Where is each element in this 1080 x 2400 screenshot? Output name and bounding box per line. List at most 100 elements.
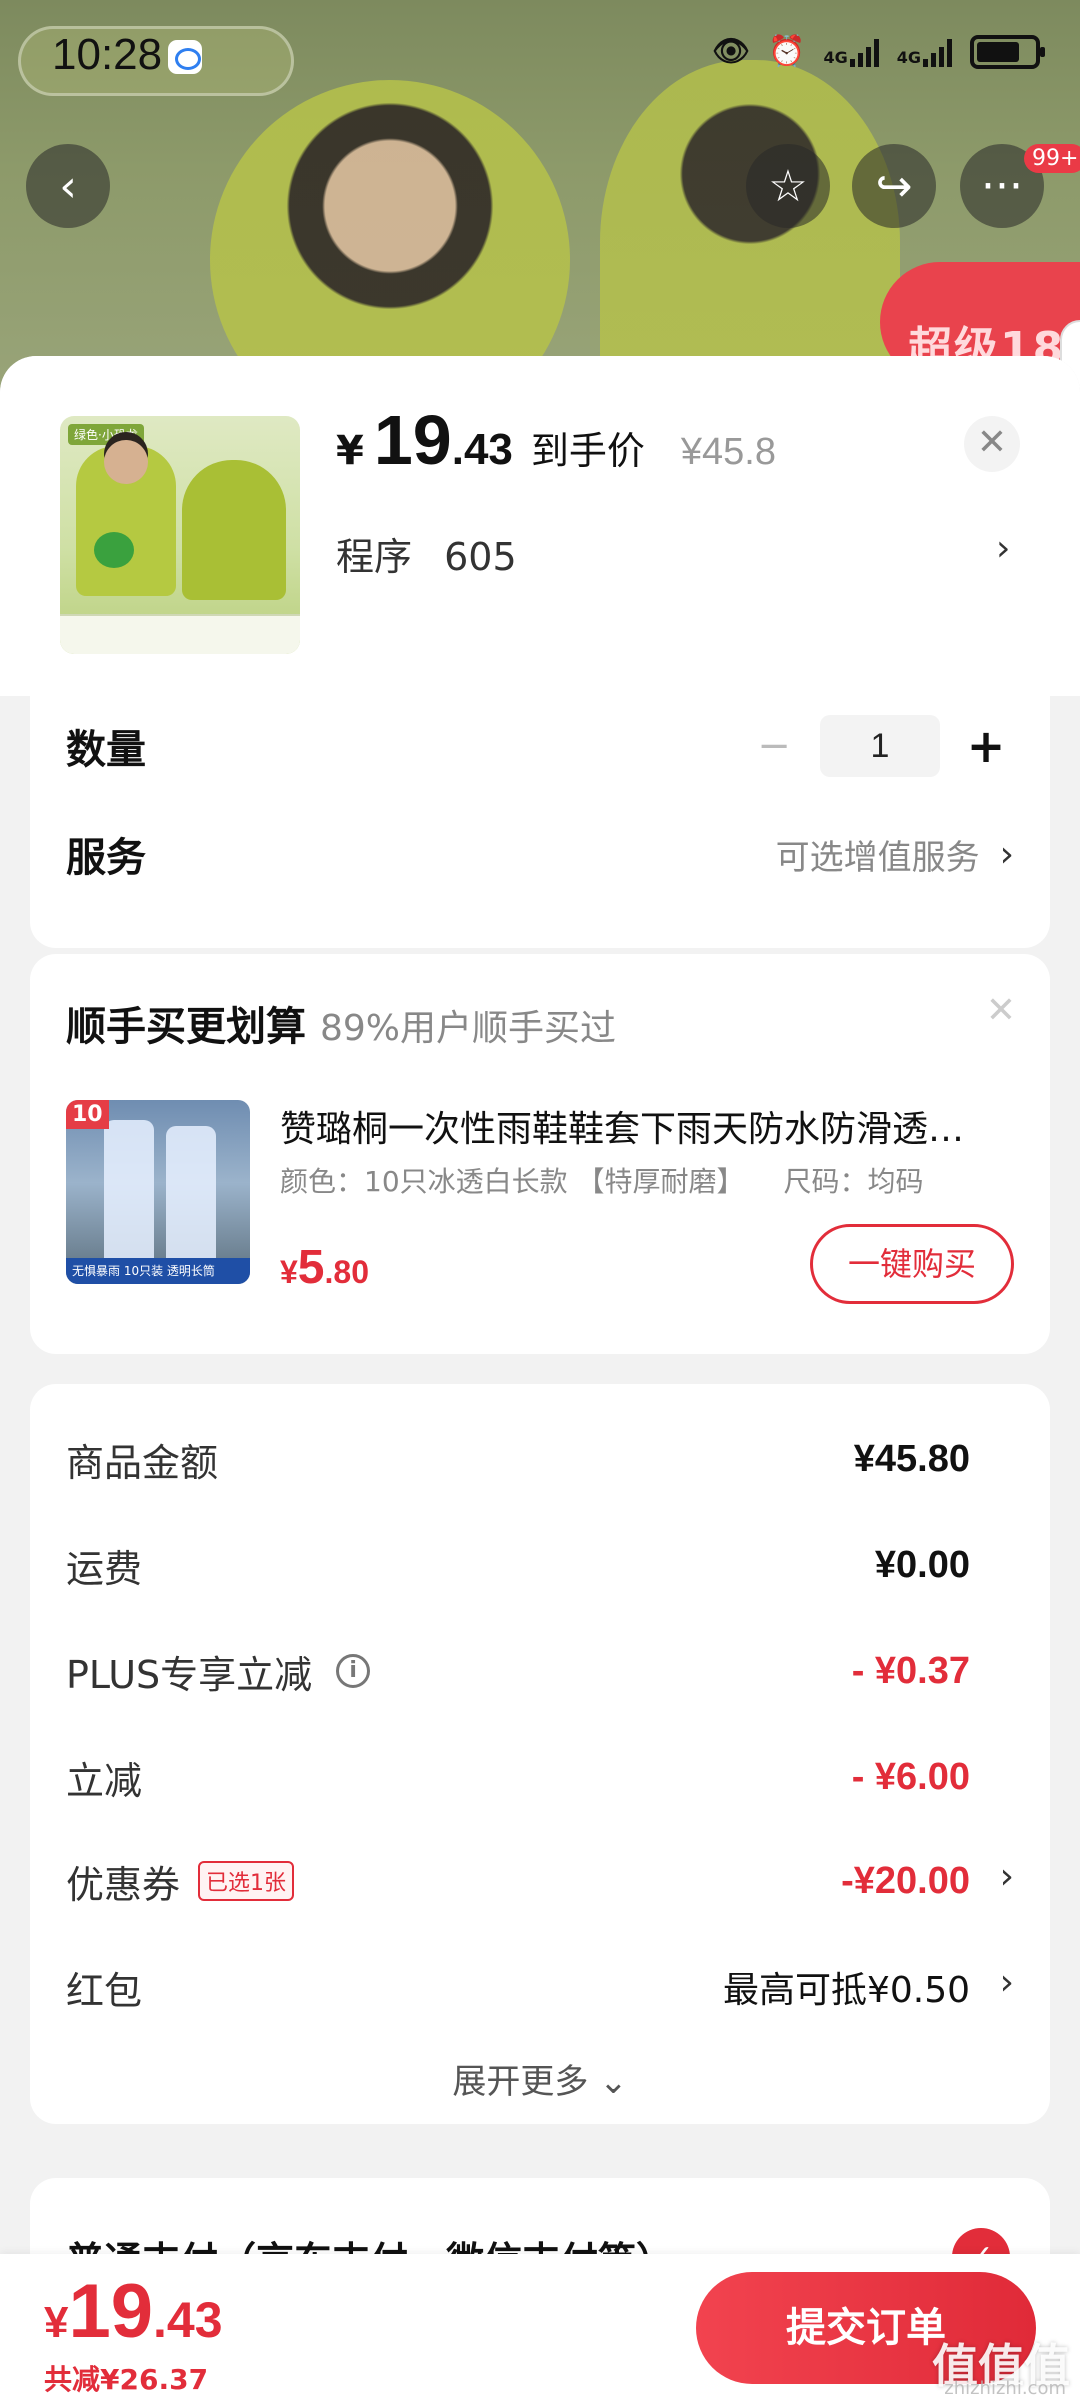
total-price-decimal: .43 xyxy=(153,2292,223,2348)
original-price: ¥45.8 xyxy=(680,431,776,473)
upsell-image-strip: 无惧暴雨 10只装 透明长筒 xyxy=(66,1258,250,1284)
order-sheet: 绿色·小恐龙 ¥ 19 .43 到手价 ¥45.8 程序 605 › ✕ 数量 … xyxy=(0,356,1080,2400)
fee-label: 立减 xyxy=(66,1758,143,1803)
fee-value: -¥20.00 xyxy=(841,1859,970,1902)
share-button[interactable]: ↪ xyxy=(852,144,936,228)
chevron-right-icon: › xyxy=(999,833,1014,875)
fee-breakdown-card: 商品金额 ¥45.80 运费 ¥0.00 PLUS专享立减 i - ¥0.37 … xyxy=(30,1384,1050,2124)
signal-bars-icon xyxy=(923,37,952,67)
price-decimal: .43 xyxy=(451,425,513,474)
signal-2: 4G xyxy=(897,37,952,67)
fee-label: 运费 xyxy=(66,1546,143,1591)
fee-value: - ¥0.37 xyxy=(851,1649,970,1692)
fee-row-plus-discount: PLUS专享立减 i - ¥0.37 xyxy=(66,1636,970,1706)
dino-graphic xyxy=(94,532,134,568)
boot-graphic xyxy=(166,1126,216,1272)
close-button[interactable]: ✕ xyxy=(964,416,1020,472)
upsell-price-integer: 5 xyxy=(297,1241,325,1294)
status-icons: 👁 ⏰ 4G 4G xyxy=(712,34,1045,69)
decrement-button[interactable]: − xyxy=(746,723,802,769)
fee-value: ¥45.80 xyxy=(853,1437,970,1480)
price-label: 到手价 xyxy=(530,429,645,473)
chevron-right-icon[interactable]: › xyxy=(1000,1856,1014,1897)
price-integer: 19 xyxy=(373,401,452,479)
product-summary: 绿色·小恐龙 ¥ 19 .43 到手价 ¥45.8 程序 605 › ✕ xyxy=(0,356,1080,696)
status-bar: 10:28 👁 ⏰ 4G 4G xyxy=(0,0,1080,110)
chevron-down-icon: ⌄ xyxy=(599,2062,628,2102)
product-thumbnail[interactable]: 绿色·小恐龙 xyxy=(60,416,300,654)
fee-label: 优惠券 xyxy=(66,1862,181,1907)
upsell-title: 顺手买更划算 89%用户顺手买过 xyxy=(66,994,616,1052)
info-icon[interactable]: i xyxy=(336,1654,371,1688)
total-price-symbol: ¥ xyxy=(44,2298,69,2347)
service-row[interactable]: 服务 可选增值服务 › xyxy=(66,804,1014,904)
one-click-buy-button[interactable]: 一键购买 xyxy=(810,1224,1014,1304)
notification-app-icon xyxy=(168,40,202,74)
quantity-input[interactable]: 1 xyxy=(820,715,940,777)
chevron-right-icon[interactable]: › xyxy=(1000,1962,1014,2003)
quantity-label: 数量 xyxy=(66,727,146,773)
star-icon: ☆ xyxy=(768,160,808,212)
fee-label: 商品金额 xyxy=(66,1440,219,1485)
upsell-item-price: ¥5.80 xyxy=(280,1240,369,1295)
back-arrow-icon: ‹ xyxy=(59,160,77,212)
upsell-close-icon[interactable]: ✕ xyxy=(986,990,1016,1031)
upsell-heading: 顺手买更划算 xyxy=(66,1004,306,1050)
coupon-selected-tag: 已选1张 xyxy=(198,1861,295,1901)
size-chart-strip xyxy=(60,614,300,654)
total-price: ¥ 19 .43 xyxy=(44,2268,223,2355)
checkout-bar: ¥ 19 .43 共减¥26.37 提交订单 xyxy=(0,2254,1080,2400)
price-symbol: ¥ xyxy=(336,428,364,474)
total-saved: 共减¥26.37 xyxy=(44,2363,209,2396)
total-price-integer: 19 xyxy=(68,2269,154,2354)
upsell-subtitle: 89%用户顺手买过 xyxy=(320,1008,617,1049)
more-badge: 99+ xyxy=(1024,144,1080,173)
thumbnail-model-2 xyxy=(182,460,286,600)
fee-value: ¥0.00 xyxy=(874,1543,970,1586)
fee-label: 红包 xyxy=(66,1968,143,2013)
spec-selector[interactable]: 程序 605 xyxy=(336,526,517,581)
increment-button[interactable]: + xyxy=(958,719,1014,773)
chevron-right-icon[interactable]: › xyxy=(996,528,1010,569)
alarm-icon: ⏰ xyxy=(768,34,806,69)
back-button[interactable]: ‹ xyxy=(26,144,110,228)
upsell-count-badge: 10 xyxy=(66,1100,109,1129)
fee-row-coupon[interactable]: 优惠券 已选1张 -¥20.00 xyxy=(66,1846,970,1916)
share-icon: ↪ xyxy=(875,160,913,212)
upsell-item-image[interactable]: 10 无惧暴雨 10只装 透明长筒 xyxy=(66,1100,250,1284)
signal-bars-icon xyxy=(849,37,879,67)
upsell-item-attrs: 颜色：10只冰透白长款 【特厚耐磨】 尺码：均码 xyxy=(280,1160,923,1200)
expand-more-button[interactable]: 展开更多 ⌄ xyxy=(30,2054,1050,2103)
fee-value: 最高可抵¥0.50 xyxy=(722,1970,970,2011)
upsell-card: 顺手买更划算 89%用户顺手买过 ✕ 10 无惧暴雨 10只装 透明长筒 赞璐桐一… xyxy=(30,954,1050,1354)
status-time: 10:28 xyxy=(52,30,163,79)
upsell-price-decimal: .80 xyxy=(324,1254,369,1290)
service-value: 可选增值服务 xyxy=(775,837,980,878)
upsell-item-size: 尺码：均码 xyxy=(783,1165,924,1198)
upsell-item-color: 颜色：10只冰透白长款 【特厚耐磨】 xyxy=(280,1165,745,1198)
spec-value: 605 xyxy=(444,535,517,579)
favorite-button[interactable]: ☆ xyxy=(746,144,830,228)
service-label: 服务 xyxy=(66,835,146,881)
fee-label: PLUS专享立减 xyxy=(66,1652,313,1697)
fee-row-shipping: 运费 ¥0.00 xyxy=(66,1530,970,1600)
price-line: ¥ 19 .43 到手价 ¥45.8 xyxy=(336,400,776,480)
fee-row-red-packet[interactable]: 红包 最高可抵¥0.50 xyxy=(66,1952,970,2022)
battery-icon xyxy=(970,34,1045,69)
expand-more-label: 展开更多 xyxy=(452,2062,589,2102)
eye-icon: 👁 xyxy=(712,34,751,69)
quantity-service-card: 数量 − 1 + 服务 可选增值服务 › xyxy=(30,696,1050,948)
boot-graphic xyxy=(104,1120,154,1270)
more-dots-icon: ··· xyxy=(981,160,1023,212)
fee-value: - ¥6.00 xyxy=(851,1755,970,1798)
quantity-row: 数量 − 1 + xyxy=(66,696,1014,796)
watermark-site: zhizhizhi.com xyxy=(944,2378,1066,2399)
fee-label-wrap: PLUS专享立减 i xyxy=(66,1644,371,1699)
fee-label-wrap: 优惠券 已选1张 xyxy=(66,1854,295,1909)
close-icon: ✕ xyxy=(976,422,1008,463)
fee-row-subtotal: 商品金额 ¥45.80 xyxy=(66,1424,970,1494)
spec-label: 程序 xyxy=(336,535,413,579)
quantity-stepper: − 1 + xyxy=(746,715,1014,777)
upsell-item-name[interactable]: 赞璐桐一次性雨鞋鞋套下雨天防水防滑透… xyxy=(280,1100,1020,1152)
fee-row-instant-discount: 立减 - ¥6.00 xyxy=(66,1742,970,1812)
